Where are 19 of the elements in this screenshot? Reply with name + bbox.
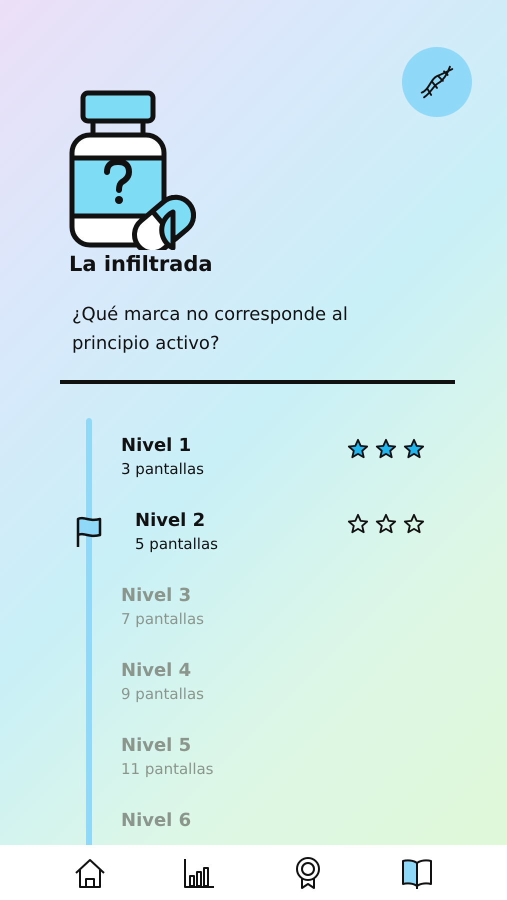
- level-title[interactable]: Nivel 3: [121, 584, 455, 608]
- star-icon: [375, 513, 397, 535]
- level-screens: 7 pantallas: [121, 609, 205, 630]
- star-icon: [375, 438, 397, 460]
- star-icon: [347, 513, 369, 535]
- level-screens: 5 pantallas: [135, 534, 219, 555]
- level-title[interactable]: Nivel 6: [121, 809, 455, 833]
- level-title[interactable]: Nivel 1: [121, 434, 347, 458]
- star-icon: [403, 513, 425, 535]
- star-icon: [403, 438, 425, 460]
- star-icon: [347, 438, 369, 460]
- level-title[interactable]: Nivel 5: [121, 734, 455, 758]
- level-screens: 11 pantallas: [121, 759, 214, 780]
- level-screens: 9 pantallas: [121, 684, 205, 705]
- question-text: ¿Qué marca no corresponde al principio activo?: [72, 303, 349, 356]
- game-title: La infiltrada: [69, 252, 214, 276]
- level-title[interactable]: Nivel 4: [121, 659, 455, 683]
- level-screens: 3 pantallas: [121, 459, 205, 480]
- level-title[interactable]: Nivel 2: [135, 509, 347, 533]
